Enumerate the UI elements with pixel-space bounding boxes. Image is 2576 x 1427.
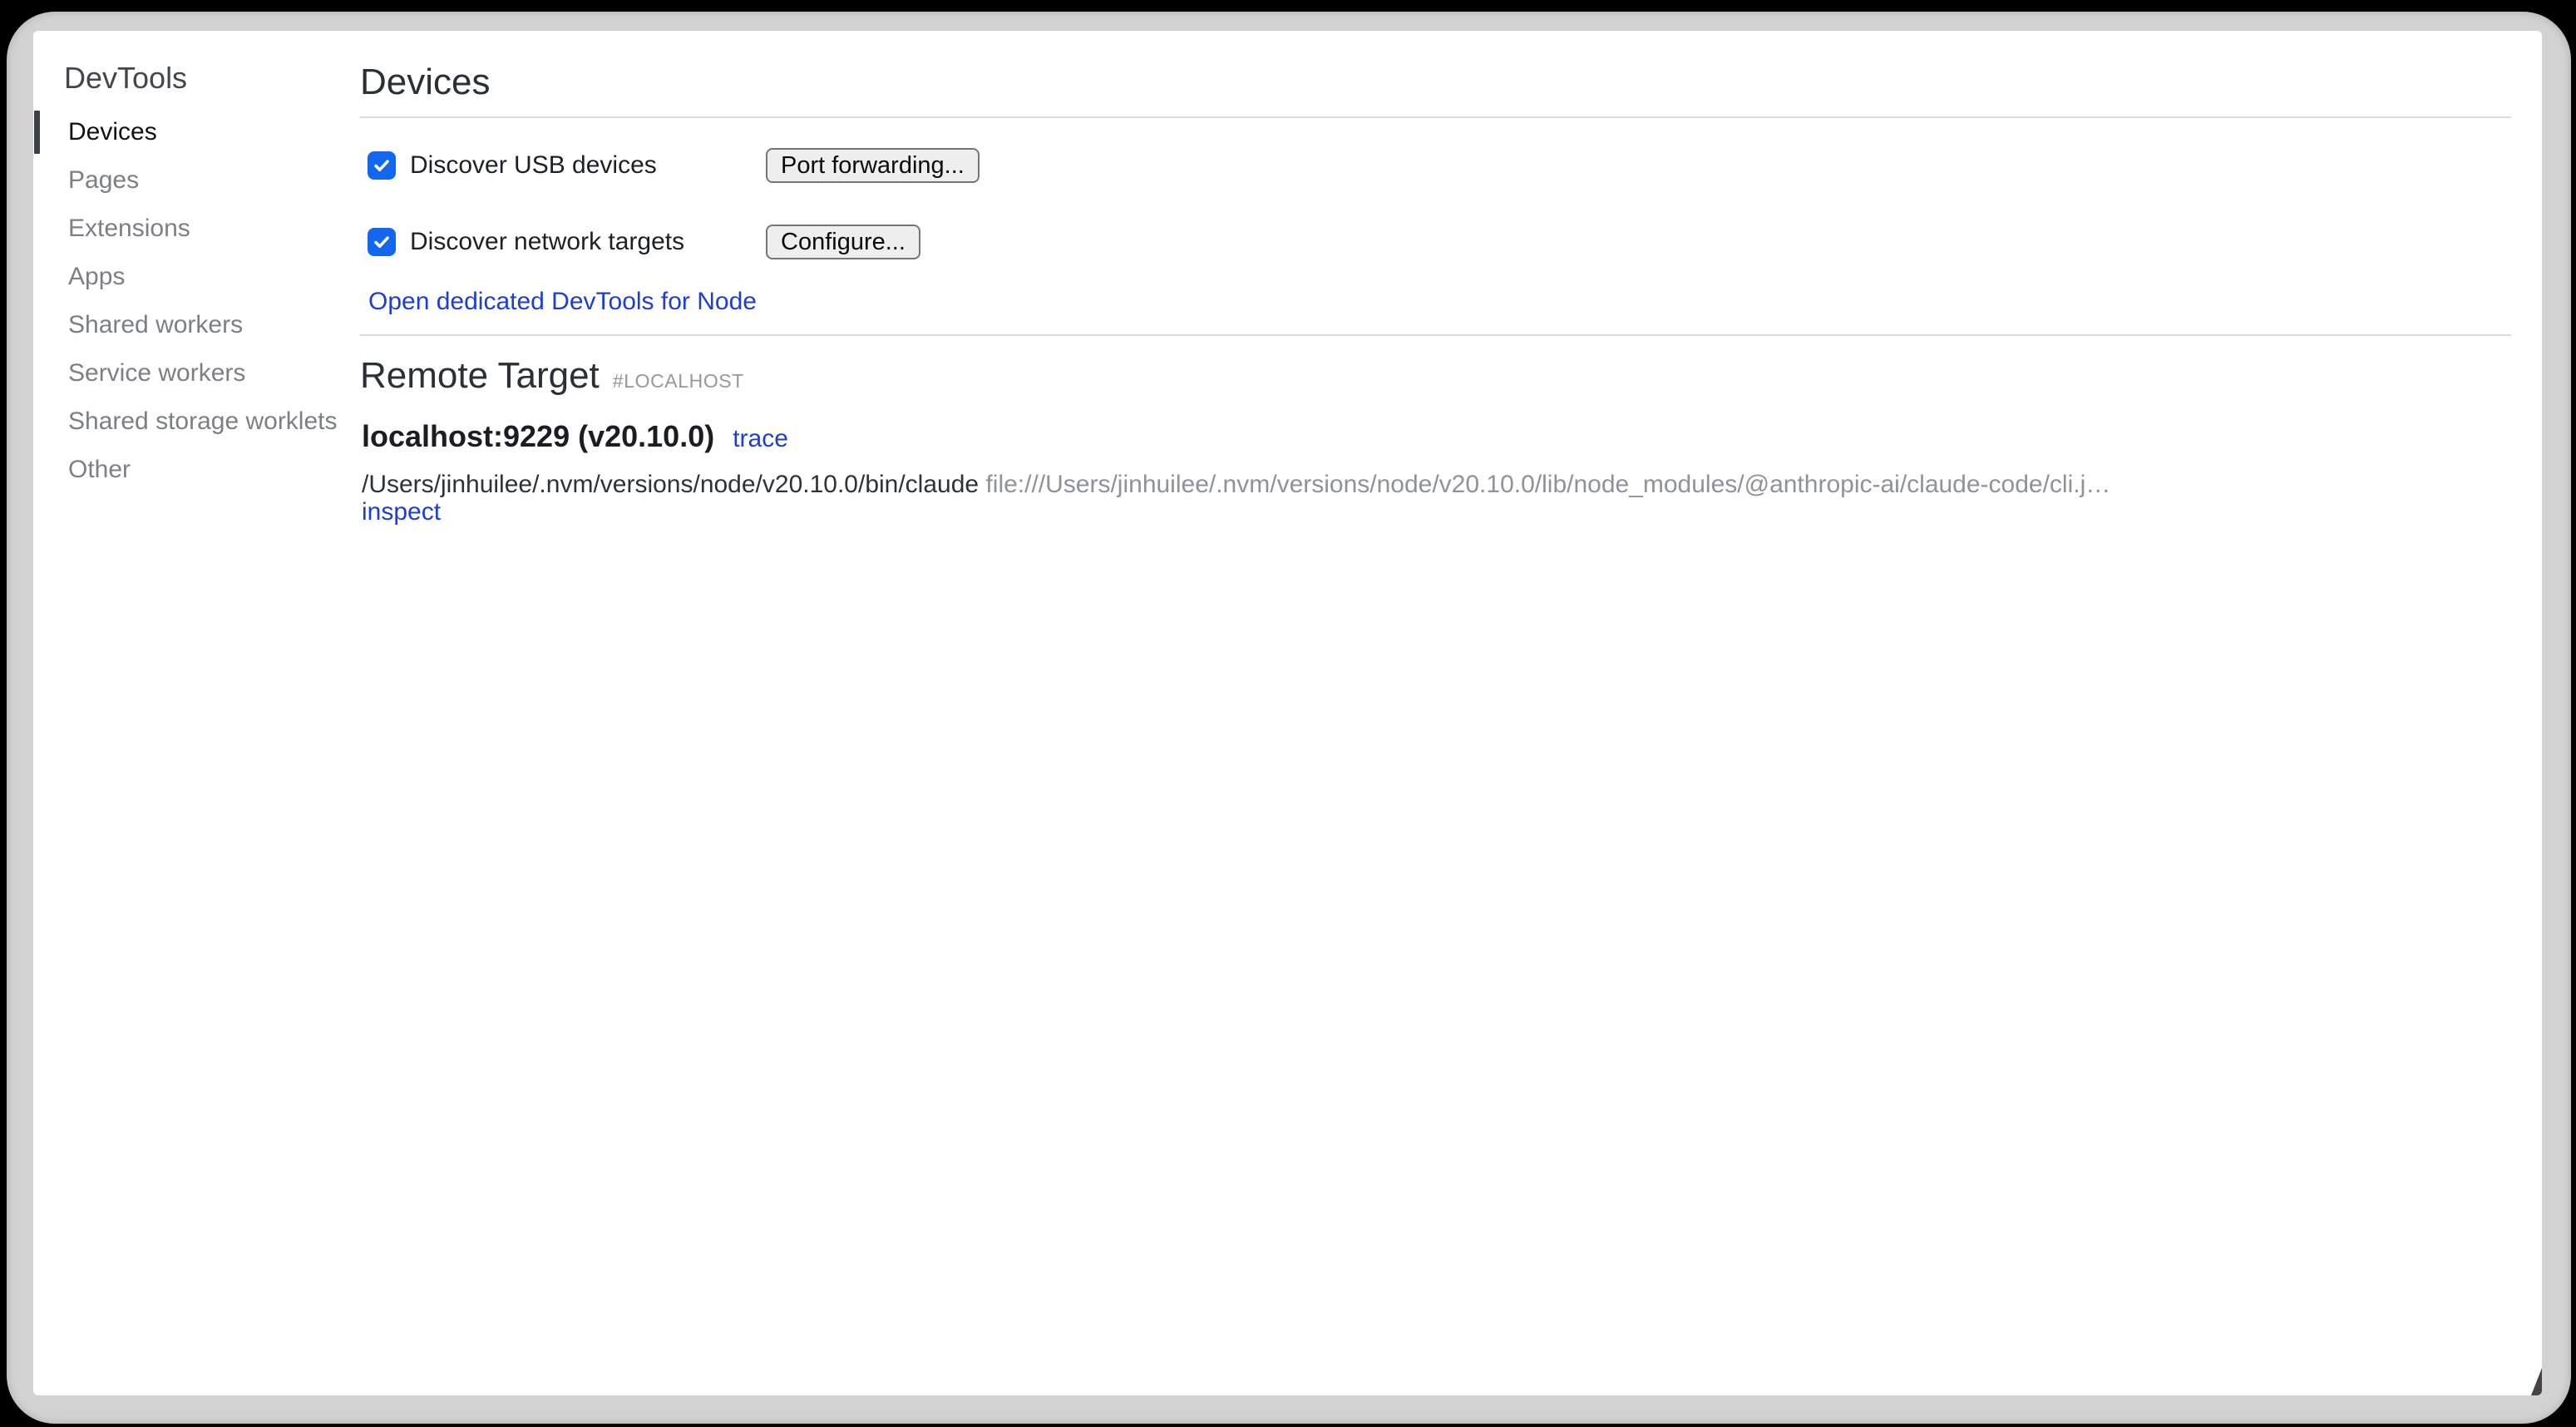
page-title: Devices — [360, 61, 2511, 104]
node-devtools-link-row: Open dedicated DevTools for Node — [368, 287, 2511, 317]
resize-cursor-artifact — [2531, 1368, 2542, 1395]
checkmark-icon — [372, 156, 392, 175]
inspect-link[interactable]: inspect — [362, 498, 441, 526]
target-name: localhost:9229 (v20.10.0) — [362, 419, 714, 453]
desktop-background: DevTools Devices Pages Extensions Apps — [0, 0, 2576, 1427]
open-node-devtools-link[interactable]: Open dedicated DevTools for Node — [368, 288, 757, 315]
inspect-row: inspect — [362, 498, 2511, 526]
sidebar-item-service-workers[interactable]: Service workers — [33, 349, 360, 397]
main-content: Devices Discover USB devices Port forwar… — [360, 31, 2542, 1395]
localhost-tag: #LOCALHOST — [613, 370, 744, 393]
sidebar-item-label: Apps — [68, 263, 125, 291]
sidebar-item-shared-storage-worklets[interactable]: Shared storage worklets — [33, 397, 360, 446]
sidebar-nav: Devices Pages Extensions Apps Shared wor… — [33, 108, 360, 494]
sidebar-item-shared-workers[interactable]: Shared workers — [33, 301, 360, 349]
sidebar-item-pages[interactable]: Pages — [33, 156, 360, 205]
sidebar-item-label: Devices — [68, 118, 157, 146]
target-details: /Users/jinhuilee/.nvm/versions/node/v20.… — [362, 471, 2511, 526]
target-name-row: localhost:9229 (v20.10.0) trace — [362, 418, 2511, 457]
sidebar-item-label: Extensions — [68, 215, 190, 243]
divider — [360, 334, 2511, 336]
selected-item-indicator — [34, 111, 40, 154]
target-command-path: /Users/jinhuilee/.nvm/versions/node/v20.… — [362, 471, 979, 498]
sidebar-item-devices[interactable]: Devices — [33, 108, 360, 156]
sidebar-item-label: Pages — [68, 166, 139, 195]
discover-network-row: Discover network targets Configure... — [368, 225, 2511, 259]
target-script-url: file:///Users/jinhuilee/.nvm/versions/no… — [985, 471, 2110, 498]
devtools-inspect-window: DevTools Devices Pages Extensions Apps — [33, 31, 2542, 1395]
checkmark-icon — [372, 232, 392, 252]
divider — [360, 116, 2511, 118]
sidebar-title: DevTools — [64, 60, 360, 96]
sidebar-item-label: Service workers — [68, 359, 245, 388]
discover-usb-label: Discover USB devices — [410, 151, 766, 180]
trace-link[interactable]: trace — [733, 425, 788, 452]
discover-usb-checkbox[interactable] — [368, 151, 396, 180]
target-path-line: /Users/jinhuilee/.nvm/versions/node/v20.… — [362, 471, 2511, 498]
sidebar-item-label: Shared workers — [68, 311, 243, 339]
configure-button[interactable]: Configure... — [766, 225, 920, 259]
discover-usb-row: Discover USB devices Port forwarding... — [368, 148, 2511, 183]
port-forwarding-button[interactable]: Port forwarding... — [766, 148, 980, 183]
remote-target-heading-row: Remote Target #LOCALHOST — [360, 354, 2511, 397]
sidebar-item-apps[interactable]: Apps — [33, 253, 360, 301]
sidebar: DevTools Devices Pages Extensions Apps — [33, 31, 360, 1395]
sidebar-item-other[interactable]: Other — [33, 446, 360, 494]
discover-network-checkbox[interactable] — [368, 228, 396, 256]
sidebar-item-label: Other — [68, 456, 131, 484]
sidebar-item-extensions[interactable]: Extensions — [33, 205, 360, 253]
remote-target-title: Remote Target — [360, 354, 600, 397]
discover-network-label: Discover network targets — [410, 228, 766, 256]
sidebar-item-label: Shared storage worklets — [68, 407, 338, 436]
window-frame: DevTools Devices Pages Extensions Apps — [7, 12, 2571, 1424]
